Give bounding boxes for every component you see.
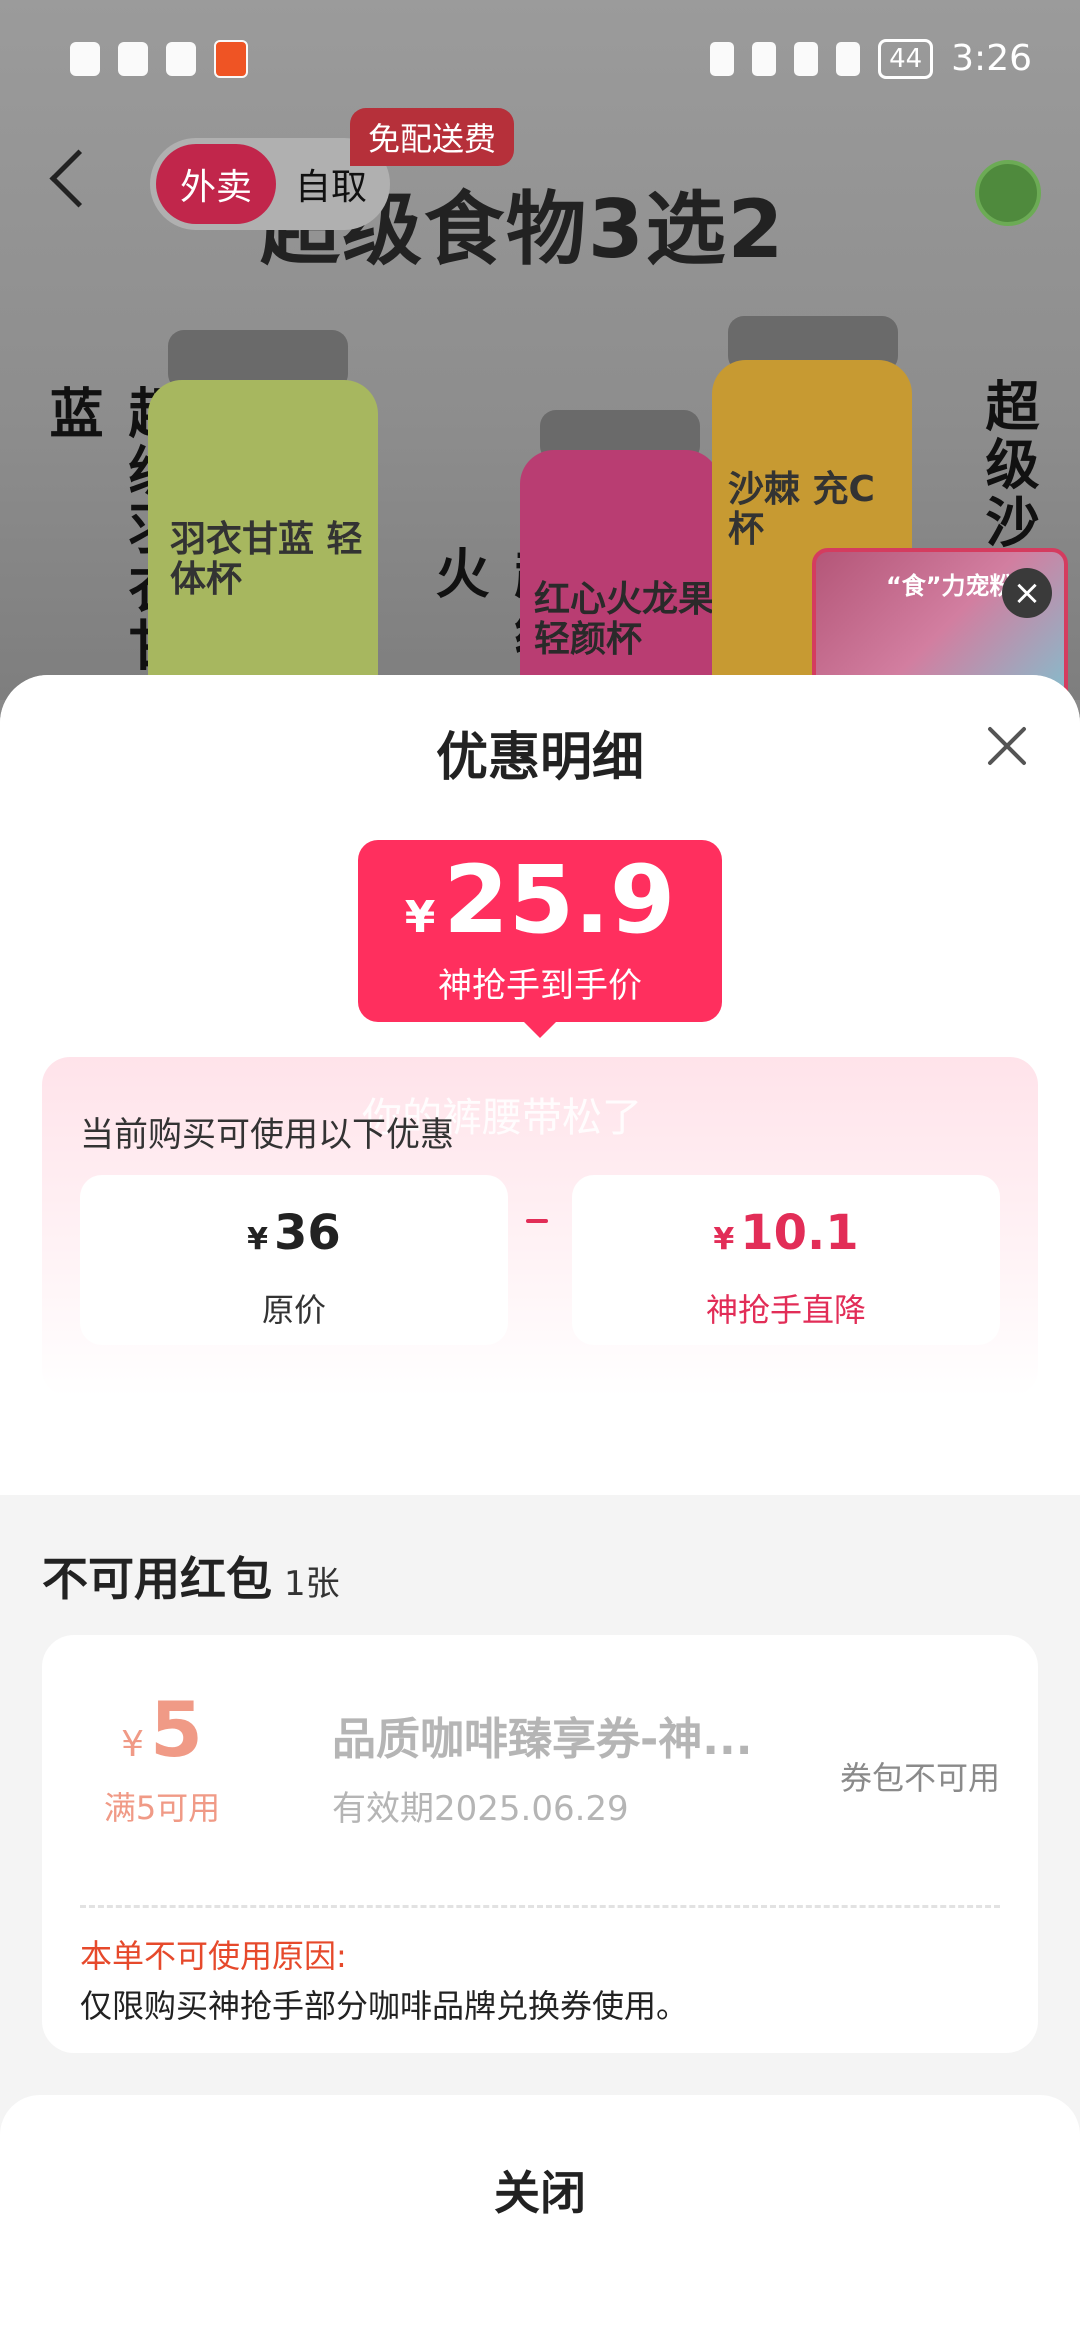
vibrate-icon <box>836 41 861 76</box>
coupon-card[interactable]: ¥5 满5可用 品质咖啡臻享券-神... 有效期2025.06.29 券包不可用… <box>42 1635 1038 2053</box>
background-page: 44 3:26 超级食物3选2 外卖 自取 免配送费 超级羽衣甘蓝 超级火 超级… <box>0 0 1080 716</box>
close-icon[interactable] <box>985 725 1029 769</box>
notification-icon <box>70 42 100 76</box>
original-price-label: 原价 <box>261 1291 326 1329</box>
bottle-label-seabuckthorn: 沙棘 充C杯 <box>728 469 875 550</box>
unusable-count: 1张 <box>284 1564 340 1604</box>
wifi-icon <box>118 42 148 76</box>
reason-title: 本单不可使用原因: <box>80 1937 347 1975</box>
divider <box>80 1905 1000 1908</box>
alarm-icon <box>710 41 735 76</box>
minus-operator <box>526 1219 548 1223</box>
bottle-label-kale: 羽衣甘蓝 轻体杯 <box>170 519 363 600</box>
vpn-icon <box>166 42 196 76</box>
close-button[interactable]: 关闭 <box>0 2095 1080 2285</box>
coupon-name: 品质咖啡臻享券-神... <box>332 1714 753 1765</box>
coupon-validity: 有效期2025.06.29 <box>332 1789 629 1829</box>
price-currency: ¥ <box>404 892 436 943</box>
final-price-label: 神抢手到手价 <box>438 966 642 1006</box>
sheet-footer: 关闭 <box>0 2095 1080 2340</box>
delivery-tab[interactable]: 外卖 <box>156 144 276 224</box>
coupon-status: 券包不可用 <box>839 1759 1000 1797</box>
product-image-dragonfruit: 红心火龙果 轻颜杯 <box>520 450 720 700</box>
discount-caption: 当前购买可使用以下优惠 <box>80 1115 454 1155</box>
app-notification-icon <box>214 40 248 78</box>
battery-icon: 44 <box>878 38 934 79</box>
original-price-value: 36 <box>274 1205 341 1261</box>
share-icon[interactable] <box>975 160 1041 226</box>
bottle-label-dragonfruit: 红心火龙果 轻颜杯 <box>534 579 715 660</box>
location-icon <box>794 41 819 76</box>
side-text-right: 超级沙 <box>976 378 1039 552</box>
coupon-amount: ¥5 <box>121 1685 203 1774</box>
back-arrow-icon[interactable] <box>49 149 108 208</box>
product-image-kale: 羽衣甘蓝 轻体杯 <box>148 380 378 700</box>
currency-symbol: ¥ <box>713 1222 735 1257</box>
final-price-value: 25.9 <box>443 846 676 955</box>
coupon-condition: 满5可用 <box>103 1789 221 1827</box>
direct-discount-label: 神抢手直降 <box>705 1291 866 1329</box>
status-bar: 44 3:26 <box>0 0 1080 120</box>
bluetooth-icon <box>752 41 777 76</box>
mini-promo-title: “食”力宠粉 <box>886 572 1014 600</box>
direct-discount-item: ¥10.1 神抢手直降 <box>572 1175 1000 1345</box>
final-price-box: ¥ 25.9 神抢手到手价 <box>358 840 722 1038</box>
direct-discount-value: 10.1 <box>740 1205 859 1261</box>
unusable-section-title: 不可用红包 1张 <box>42 1552 340 1606</box>
reason-text: 仅限购买神抢手部分咖啡品牌兑换券使用。 <box>80 1987 689 2025</box>
discount-breakdown-card: 你的裤腰带松了 当前购买可使用以下优惠 ¥36 原价 ¥10.1 神抢手直降 <box>42 1057 1038 1397</box>
currency-symbol: ¥ <box>247 1222 269 1257</box>
discount-details-sheet: 优惠明细 ¥ 25.9 神抢手到手价 你的裤腰带松了 当前购买可使用以下优惠 ¥… <box>0 675 1080 2340</box>
close-icon[interactable]: × <box>1002 568 1052 618</box>
status-time: 3:26 <box>951 38 1032 79</box>
original-price-item: ¥36 原价 <box>80 1175 508 1345</box>
sheet-title: 优惠明细 <box>435 728 644 788</box>
free-delivery-badge: 免配送费 <box>350 108 515 166</box>
